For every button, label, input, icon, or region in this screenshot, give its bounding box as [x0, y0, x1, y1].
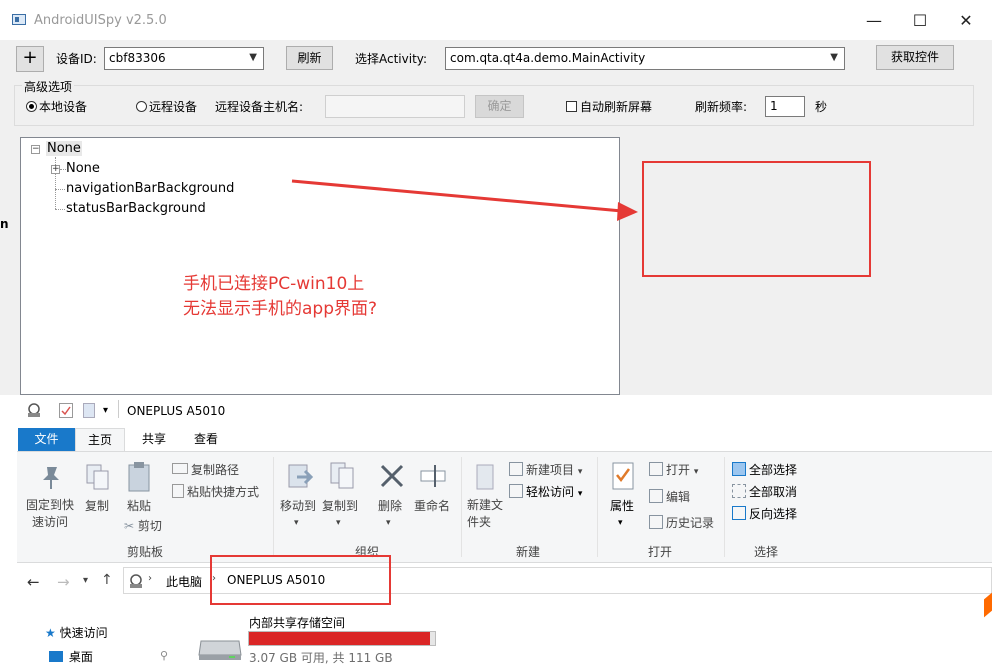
- paste-button[interactable]: 粘贴: [127, 497, 151, 514]
- paste-icon: [127, 461, 153, 496]
- screen-preview-highlight: [642, 161, 871, 277]
- file-explorer-window: ▾ ONEPLUS A5010 文件 主页 共享 查看 固定到快速访问 复制 粘…: [17, 395, 992, 672]
- customize-toolbar-icon[interactable]: ▾: [103, 405, 108, 416]
- storage-name[interactable]: 内部共享存储空间: [249, 614, 345, 631]
- open-button[interactable]: 打开 ▾: [649, 461, 698, 478]
- copy-button[interactable]: 复制: [85, 497, 109, 514]
- storage-usage-fill: [249, 632, 430, 645]
- history-button[interactable]: 历史记录: [649, 514, 714, 531]
- tab-share[interactable]: 共享: [129, 428, 179, 451]
- window-title: ONEPLUS A5010: [127, 404, 226, 418]
- invert-selection-icon: [732, 506, 746, 520]
- address-highlight: [210, 555, 391, 605]
- drive-icon: [27, 403, 41, 417]
- invert-selection-button[interactable]: 反向选择: [732, 505, 797, 522]
- new-folder-button[interactable]: 新建文件夹: [467, 497, 507, 531]
- chevron-down-icon: ▾: [336, 518, 341, 528]
- move-to-icon: [287, 463, 315, 494]
- select-none-icon: [732, 484, 746, 498]
- copy-to-icon: [329, 461, 357, 494]
- cut-button[interactable]: ✂ 剪切: [124, 517, 162, 534]
- properties-icon: [611, 461, 635, 494]
- storage-drive-icon: [197, 631, 243, 664]
- edit-button[interactable]: 编辑: [649, 488, 690, 505]
- pin-icon[interactable]: ⚲: [160, 649, 168, 662]
- properties-button[interactable]: 属性 ▾: [610, 497, 634, 528]
- edit-icon: [649, 489, 663, 503]
- select-all-button[interactable]: 全部选择: [732, 461, 797, 478]
- delete-icon: [379, 463, 405, 492]
- paste-shortcut-button[interactable]: 粘贴快捷方式: [172, 483, 259, 500]
- properties-quick-icon[interactable]: [59, 403, 73, 418]
- android-ui-spy-window: AndroidUISpy v2.5.0 — ☐ ✕ + 设备ID: cbf833…: [0, 0, 992, 395]
- new-group-label: 新建: [516, 545, 541, 559]
- select-none-button[interactable]: 全部取消: [732, 483, 797, 500]
- copy-path-icon: [172, 463, 188, 474]
- chevron-down-icon: ▾: [294, 518, 299, 528]
- new-item-button[interactable]: 新建项目 ▾: [509, 461, 582, 478]
- open-group-label: 打开: [648, 545, 673, 559]
- scissors-icon: ✂: [124, 519, 135, 533]
- new-folder-quick-icon[interactable]: [83, 403, 95, 418]
- storage-usage-bar: [248, 631, 436, 646]
- clipboard-group-label: 剪贴板: [127, 545, 164, 559]
- tab-home[interactable]: 主页: [75, 428, 125, 451]
- pin-icon: [39, 463, 63, 494]
- select-group-label: 选择: [754, 545, 779, 559]
- new-folder-icon: [473, 463, 497, 494]
- chevron-down-icon: ▾: [618, 518, 623, 528]
- copy-icon: [85, 463, 111, 494]
- rename-icon: [419, 463, 449, 492]
- drive-icon: [130, 574, 142, 588]
- chevron-down-icon: ▾: [693, 467, 699, 477]
- move-to-button[interactable]: 移动到 ▾: [280, 497, 316, 528]
- nav-desktop[interactable]: 桌面: [49, 648, 93, 665]
- desktop-icon: [49, 651, 63, 662]
- select-all-icon: [732, 462, 746, 476]
- back-arrow-icon[interactable]: ←: [27, 573, 40, 591]
- delete-button[interactable]: 删除 ▾: [378, 497, 402, 528]
- copy-to-button[interactable]: 复制到 ▾: [322, 497, 358, 528]
- paste-shortcut-icon: [172, 484, 184, 498]
- easy-access-icon: [509, 484, 523, 498]
- breadcrumb-chevron-icon: ›: [148, 573, 152, 584]
- pin-quick-access-button[interactable]: 固定到快速访问: [25, 497, 75, 531]
- recent-locations-icon[interactable]: ▾: [83, 575, 88, 586]
- breadcrumb-this-pc[interactable]: 此电脑: [166, 573, 202, 590]
- nav-quick-access[interactable]: ★ 快速访问: [45, 624, 108, 641]
- copy-path-button[interactable]: 复制路径: [172, 461, 239, 478]
- star-icon: ★: [45, 626, 56, 640]
- tab-file[interactable]: 文件: [18, 428, 75, 451]
- storage-summary: 3.07 GB 可用, 共 111 GB: [249, 651, 393, 665]
- chevron-down-icon: ▾: [577, 467, 583, 477]
- chevron-down-icon: ▾: [577, 489, 583, 499]
- history-icon: [649, 515, 663, 529]
- up-arrow-icon[interactable]: ↑: [101, 572, 113, 588]
- tab-view[interactable]: 查看: [181, 428, 231, 451]
- chevron-down-icon: ▾: [386, 518, 391, 528]
- rename-button[interactable]: 重命名: [414, 497, 450, 514]
- new-item-icon: [509, 462, 523, 476]
- forward-arrow-icon[interactable]: →: [57, 573, 70, 591]
- easy-access-button[interactable]: 轻松访问 ▾: [509, 483, 582, 500]
- open-icon: [649, 462, 663, 476]
